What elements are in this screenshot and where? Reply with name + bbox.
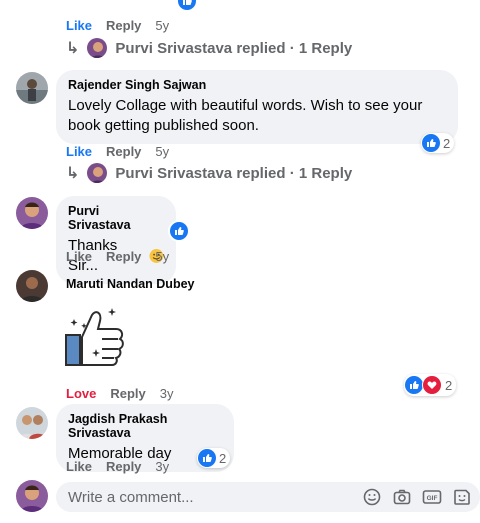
like-button[interactable]: Like — [66, 249, 92, 264]
reply-button[interactable]: Reply — [110, 386, 145, 401]
comment-text: Lovely Collage with beautiful words. Wis… — [68, 97, 423, 134]
like-reaction-icon — [422, 134, 440, 152]
emoji-icon[interactable] — [362, 487, 382, 507]
comment-author[interactable]: Rajender Singh Sajwan — [68, 78, 446, 92]
view-replies-link[interactable]: ↳ Purvi Srivastava replied · 1 Reply — [66, 38, 352, 58]
reply-button[interactable]: Reply — [106, 459, 141, 474]
comment-actions: Like Reply 5y — [66, 249, 169, 264]
thumbs-up-sticker-icon — [65, 308, 124, 366]
comment-author[interactable]: Jagdish Prakash Srivastava — [68, 412, 222, 440]
reaction-count: 2 — [443, 135, 451, 151]
reaction-summary[interactable]: 2 — [421, 133, 455, 153]
avatar[interactable] — [16, 270, 48, 302]
composer-tools: GIF — [362, 487, 472, 507]
reaction-summary[interactable]: 2 — [197, 448, 231, 468]
comment-bubble: Purvi Srivastava Thanks Sir... — [56, 196, 176, 284]
reaction-summary[interactable]: 2 — [404, 374, 457, 396]
partial-emoji-thumbs — [66, 0, 132, 6]
replied-word: replied — [236, 164, 286, 182]
top-comment-actions: Like Reply 5y — [66, 18, 169, 33]
avatar — [87, 38, 108, 58]
sticker-icon[interactable] — [452, 487, 472, 507]
timestamp[interactable]: 5y — [155, 18, 169, 33]
current-user-avatar[interactable] — [16, 480, 48, 512]
avatar[interactable] — [16, 72, 48, 104]
timestamp[interactable]: 5y — [155, 144, 169, 159]
like-reaction-icon — [178, 0, 196, 10]
reaction-count: 2 — [445, 377, 453, 393]
reply-arrow-icon: ↳ — [66, 165, 80, 182]
like-button[interactable]: Like — [66, 18, 92, 33]
partial-like-reaction — [178, 0, 196, 10]
avatar[interactable] — [16, 197, 48, 229]
thumbs-up-emoji-icon — [66, 0, 96, 6]
reply-count: · 1 Reply — [289, 39, 353, 57]
svg-text:GIF: GIF — [427, 495, 438, 502]
love-reaction-icon — [422, 375, 442, 395]
gif-icon[interactable]: GIF — [422, 487, 442, 507]
reply-button[interactable]: Reply — [106, 18, 141, 33]
timestamp[interactable]: 5y — [155, 249, 169, 264]
reply-count: · 1 Reply — [289, 164, 353, 182]
comment-bubble: Rajender Singh Sajwan Lovely Collage wit… — [56, 70, 458, 144]
replied-word: replied — [236, 39, 286, 57]
thumbs-up-emoji-icon — [102, 0, 132, 6]
love-button[interactable]: Love — [66, 386, 96, 401]
reply-arrow-icon: ↳ — [66, 40, 80, 57]
camera-icon[interactable] — [392, 487, 412, 507]
like-reaction-icon — [198, 449, 216, 467]
reaction-count: 2 — [219, 450, 227, 466]
reaction-summary[interactable] — [168, 220, 190, 242]
reply-button[interactable]: Reply — [106, 144, 141, 159]
timestamp[interactable]: 3y — [155, 459, 169, 474]
avatar[interactable] — [16, 407, 48, 439]
reply-button[interactable]: Reply — [106, 249, 141, 264]
comment-author[interactable]: Maruti Nandan Dubey — [66, 277, 195, 291]
like-button[interactable]: Like — [66, 144, 92, 159]
comment-input[interactable] — [66, 487, 350, 507]
comment-actions: Like Reply 5y — [66, 144, 169, 159]
view-replies-link[interactable]: ↳ Purvi Srivastava replied · 1 Reply — [66, 163, 352, 183]
comment-actions: Like Reply 3y — [66, 459, 169, 474]
timestamp[interactable]: 3y — [160, 386, 174, 401]
avatar — [87, 163, 108, 183]
like-button[interactable]: Like — [66, 459, 92, 474]
replier-name: Purvi Srivastava — [115, 164, 233, 182]
comment-author[interactable]: Purvi Srivastava — [68, 204, 164, 232]
comment-actions: Love Reply 3y — [66, 386, 173, 401]
like-reaction-icon — [405, 376, 423, 394]
like-reaction-icon — [168, 220, 190, 242]
comment-composer: GIF — [56, 482, 480, 512]
replier-name: Purvi Srivastava — [115, 39, 233, 57]
